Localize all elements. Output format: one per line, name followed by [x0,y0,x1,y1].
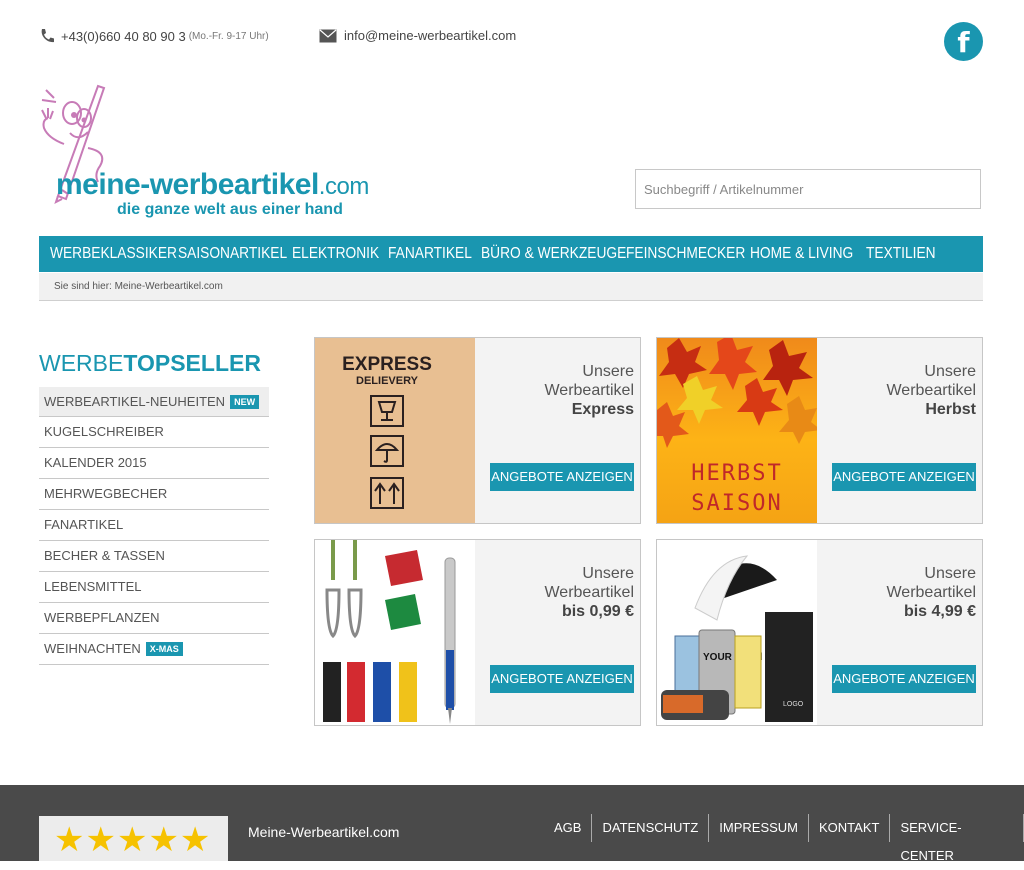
promo-line2: Werbeartikel [886,584,976,601]
sidebar-item-label: WERBEARTIKEL-NEUHEITEN [44,393,226,409]
promo-card-bis-4-99: LOGO YOUR brand Unsere Werbeartikel bis … [656,539,983,726]
promo-text: Unsere Werbeartikel Express [484,362,634,419]
sidebar-item-label: MEHRWEGBECHER [44,486,168,501]
footer-link-service-center[interactable]: SERVICE-CENTER [890,814,1024,863]
promo-line2: Werbeartikel [544,382,634,399]
phone-icon [41,29,54,43]
promo-text: Unsere Werbeartikel bis 0,99 € [484,564,634,621]
sidebar-title-part2: TOPSELLER [123,350,261,376]
promo-text: Unsere Werbeartikel bis 4,99 € [826,564,976,621]
facebook-icon[interactable]: f [944,22,983,61]
footer-links: AGB DATENSCHUTZ IMPRESSUM KONTAKT SERVIC… [544,814,1024,863]
sidebar-item-label: KALENDER 2015 [44,455,147,470]
sidebar-item-weihnachten[interactable]: WEIHNACHTEN X-MAS [39,634,269,665]
email-contact[interactable]: info@meine-werbeartikel.com [318,28,516,43]
footer-link-impressum[interactable]: IMPRESSUM [709,814,810,842]
envelope-icon [319,29,337,42]
express-delivery-image[interactable]: EXPRESS DELIEVERY [315,338,475,523]
rating-stars-icon: ★★★★★ [54,821,212,859]
promo-card-express: EXPRESS DELIEVERY Unsere Werbeartikel Ex… [314,337,641,524]
sidebar-category-list: WERBEARTIKEL-NEUHEITEN NEW KUGELSCHREIBE… [39,387,269,665]
nav-item-elektronik[interactable]: ELEKTRONIK [292,245,379,263]
herbst-image-title: HERBST [691,461,782,486]
promo-highlight: bis 4,99 € [903,603,976,620]
nav-item-werbeklassiker[interactable]: WERBEKLASSIKER [50,245,177,263]
sidebar-item-werbeartikel-neuheiten[interactable]: WERBEARTIKEL-NEUHEITEN NEW [39,387,269,417]
footer-link-agb[interactable]: AGB [544,814,593,842]
promo-highlight: bis 0,99 € [561,603,634,620]
promo-line1: Unsere [582,565,634,582]
herbst-image-subtitle: SAISON [691,491,782,516]
sidebar-item-becher-tassen[interactable]: BECHER & TASSEN [39,541,269,572]
logo-title: meine-werbeartikel [56,168,319,201]
promo-highlight: Herbst [925,401,976,418]
logo-tagline: die ganze welt aus einer hand [117,201,343,218]
sidebar-item-label: BECHER & TASSEN [44,548,165,563]
autumn-leaves-image[interactable]: HERBST SAISON [657,338,817,523]
promo-highlight: Express [571,401,634,418]
cheap-products-image[interactable] [315,540,475,725]
sidebar-item-label: FANARTIKEL [44,517,124,532]
show-offers-button[interactable]: ANGEBOTE ANZEIGEN [490,665,634,693]
notebook-logo-text: LOGO [783,701,804,708]
footer-link-datenschutz[interactable]: DATENSCHUTZ [592,814,710,842]
breadcrumb: Sie sind hier: Meine-Werbeartikel.com [39,273,983,301]
nav-item-saisonartikel[interactable]: SAISONARTIKEL [178,245,287,263]
sidebar-item-lebensmittel[interactable]: LEBENSMITTEL [39,572,269,603]
sidebar-item-kalender-2015[interactable]: KALENDER 2015 [39,448,269,479]
main-navigation: WERBEKLASSIKER SAISONARTIKEL ELEKTRONIK … [39,236,983,272]
sidebar-title-part1: WERBE [39,350,124,376]
show-offers-button[interactable]: ANGEBOTE ANZEIGEN [832,463,976,491]
sidebar-item-kugelschreiber[interactable]: KUGELSCHREIBER [39,417,269,448]
nav-item-textilien[interactable]: TEXTILIEN [866,245,936,263]
phone-number: +43(0)660 40 80 90 3 [61,28,186,44]
footer-link-kontakt[interactable]: KONTAKT [809,814,891,842]
promo-line1: Unsere [582,363,634,380]
show-offers-button[interactable]: ANGEBOTE ANZEIGEN [832,665,976,693]
sidebar-item-label: WERBEPFLANZEN [44,610,160,625]
promo-text: Unsere Werbeartikel Herbst [826,362,976,419]
nav-item-feinschmecker[interactable]: FEINSCHMECKER [626,245,745,263]
footer-brand: Meine-Werbeartikel.com [248,824,400,840]
sidebar-item-werbepflanzen[interactable]: WERBEPFLANZEN [39,603,269,634]
promo-line1: Unsere [924,363,976,380]
sidebar-item-label: WEIHNACHTEN [44,641,141,656]
promo-line2: Werbeartikel [544,584,634,601]
nav-item-home-living[interactable]: HOME & LIVING [750,245,853,263]
logo-title-suffix: .com [318,173,370,200]
nav-item-buero-werkzeuge[interactable]: BÜRO & WERKZEUGE [481,245,626,263]
new-badge: NEW [230,394,260,409]
umbrella-cans-image[interactable]: LOGO YOUR brand [657,540,817,725]
express-image-title: EXPRESS [342,354,432,375]
xmas-badge: X-MAS [145,642,183,656]
sidebar-item-mehrwegbecher[interactable]: MEHRWEGBECHER [39,479,269,510]
search-input[interactable] [635,169,981,209]
sidebar-item-label: KUGELSCHREIBER [44,424,164,439]
sidebar-item-label: LEBENSMITTEL [44,579,142,594]
promo-line1: Unsere [924,565,976,582]
promo-card-herbst: HERBST SAISON Unsere Werbeartikel Herbst… [656,337,983,524]
phone-contact[interactable]: +43(0)660 40 80 90 3 (Mo.-Fr. 9-17 Uhr) [39,28,269,44]
logo-wordmark[interactable]: meine-werbeartikel.com [56,168,369,202]
nav-item-fanartikel[interactable]: FANARTIKEL [388,245,472,263]
phone-hours: (Mo.-Fr. 9-17 Uhr) [188,30,269,42]
express-image-subtitle: DELIEVERY [356,375,419,387]
promo-card-bis-0-99: Unsere Werbeartikel bis 0,99 € ANGEBOTE … [314,539,641,726]
promo-line2: Werbeartikel [886,382,976,399]
sidebar-item-fanartikel[interactable]: FANARTIKEL [39,510,269,541]
email-address: info@meine-werbeartikel.com [344,28,517,43]
show-offers-button[interactable]: ANGEBOTE ANZEIGEN [490,463,634,491]
sidebar-title: WERBETOPSELLER [39,350,261,377]
